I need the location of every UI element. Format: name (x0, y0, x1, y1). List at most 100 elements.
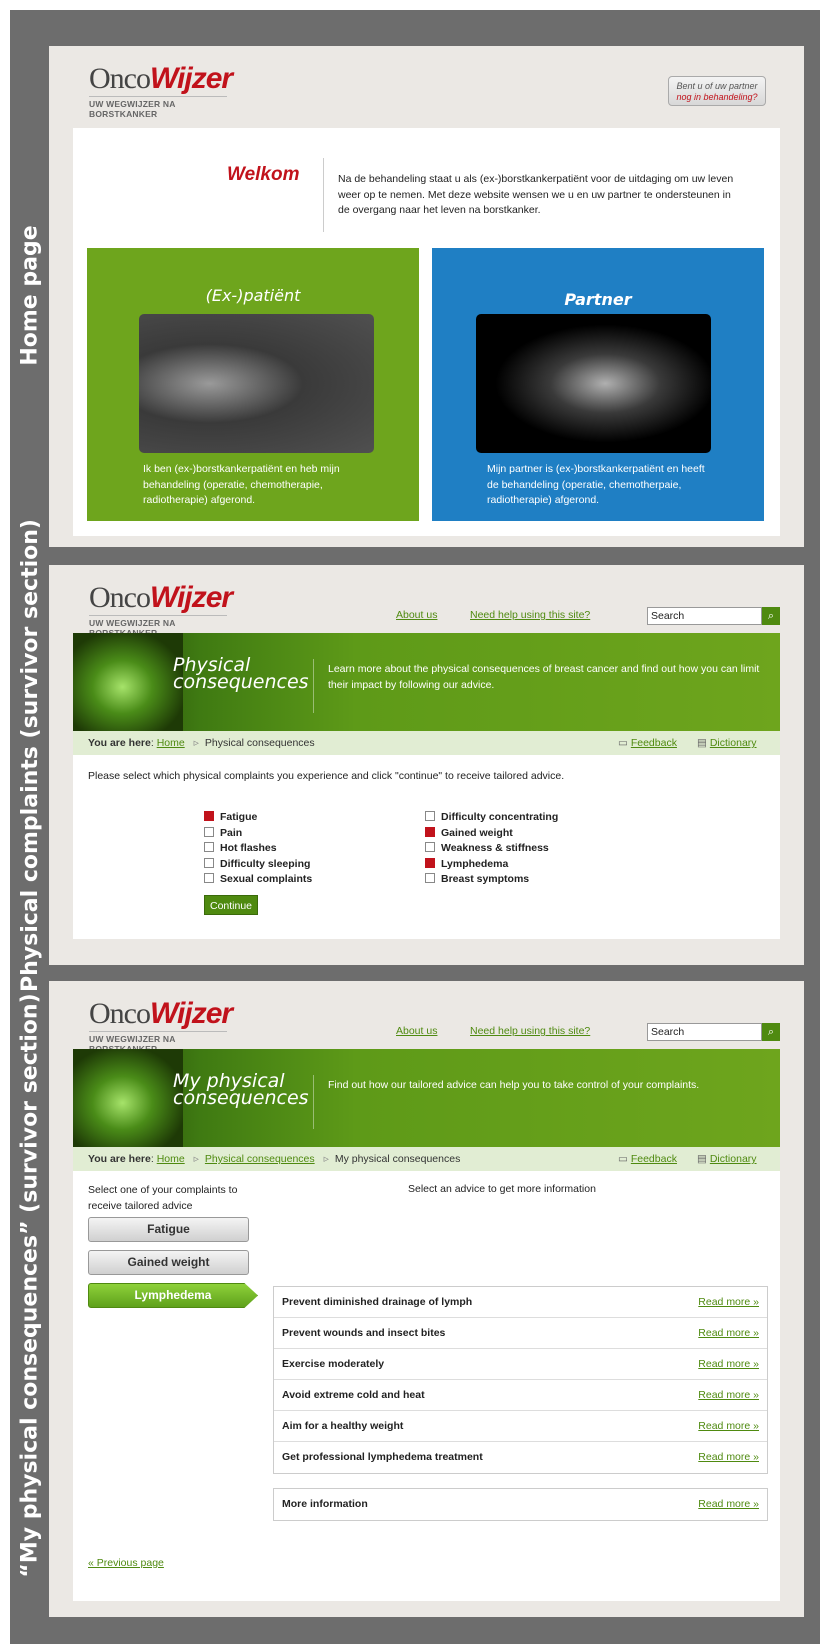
crumb-home[interactable]: Home (157, 737, 185, 749)
read-more-link[interactable]: Read more » (698, 1411, 759, 1441)
feedback-link[interactable]: ▭ Feedback (618, 1147, 677, 1171)
checkbox[interactable] (425, 811, 435, 821)
partner-text: Mijn partner is (ex-)borstkankerpatiënt … (487, 463, 705, 506)
advice-title: Avoid extreme cold and heat (282, 1389, 425, 1401)
read-more-link[interactable]: Read more » (698, 1442, 759, 1472)
crumb-home[interactable]: Home (157, 1153, 185, 1165)
read-more-link[interactable]: Read more » (698, 1349, 759, 1379)
crumb-arrow-icon: ▹ (193, 1153, 199, 1165)
complaint-label: Weakness & stiffness (441, 842, 549, 854)
divider (313, 659, 314, 713)
home-page-panel: OncoWijzer UW WEGWIJZER NA BORSTKANKER B… (49, 46, 804, 547)
checkbox[interactable] (204, 842, 214, 852)
read-more-link[interactable]: Read more » (698, 1287, 759, 1317)
about-us-link[interactable]: About us (396, 609, 437, 621)
complaint-option[interactable]: Difficulty concentrating (425, 810, 558, 826)
divider (313, 1075, 314, 1129)
checkbox[interactable] (204, 811, 214, 821)
complaint-label: Sexual complaints (220, 873, 313, 885)
banner-text: Learn more about the physical consequenc… (328, 663, 760, 691)
complaint-label: Fatigue (220, 811, 258, 823)
select-complaint-text: Select one of your complaints to receive… (88, 1184, 238, 1212)
checkbox[interactable] (425, 857, 435, 868)
presentation-frame: Home page Physical complaints (survivor … (10, 10, 820, 1644)
complaint-label: Breast symptoms (441, 873, 530, 885)
help-link[interactable]: Need help using this site? (470, 609, 590, 621)
crumb-arrow-icon: ▹ (193, 737, 199, 749)
advice-row[interactable]: Exercise moderately Read more » (274, 1349, 767, 1380)
help-link[interactable]: Need help using this site? (470, 1025, 590, 1037)
advice-list: Prevent diminished drainage of lymph Read… (273, 1286, 768, 1474)
dictionary-link[interactable]: ▤ Dictionary (697, 1147, 757, 1171)
partner-card[interactable]: Partner Mijn partner is (ex-)borstkanker… (432, 248, 764, 521)
checkbox[interactable] (425, 842, 435, 852)
patient-photo (139, 314, 374, 453)
logo[interactable]: OncoWijzer UW WEGWIJZER NA BORSTKANKER (89, 583, 233, 638)
banner-text: Find out how our tailored advice can hel… (328, 1079, 700, 1091)
checkbox[interactable] (204, 873, 214, 883)
breadcrumb: You are here: Home ▹ Physical consequence… (73, 1147, 780, 1171)
complaint-option[interactable]: Weakness & stiffness (425, 841, 558, 857)
advice-title: Aim for a healthy weight (282, 1420, 404, 1432)
feedback-link[interactable]: ▭ Feedback (618, 731, 677, 755)
banner-title: Physical consequences (173, 654, 309, 693)
logo[interactable]: OncoWijzer UW WEGWIJZER NA BORSTKANKER (89, 64, 233, 119)
complaint-option[interactable]: Breast symptoms (425, 872, 558, 888)
crumb-arrow-icon: ▹ (323, 1153, 329, 1165)
complaint-option[interactable]: Pain (204, 826, 312, 842)
crumb-label: You are here (88, 737, 151, 749)
feedback-icon: ▭ (618, 1153, 628, 1165)
complaint-option[interactable]: Lymphedema (425, 857, 558, 873)
advice-row[interactable]: Prevent diminished drainage of lymph Read… (274, 1287, 767, 1318)
checkbox[interactable] (425, 873, 435, 883)
checkbox[interactable] (425, 826, 435, 837)
read-more-link[interactable]: Read more » (698, 1380, 759, 1410)
complaint-label: Lymphedema (441, 857, 509, 870)
complaint-button-fatigue[interactable]: Fatigue (88, 1217, 249, 1242)
complaint-button-gained-weight[interactable]: Gained weight (88, 1250, 249, 1275)
crumb-label: You are here (88, 1153, 151, 1165)
continue-button[interactable]: Continue (204, 895, 258, 915)
patient-card[interactable]: (Ex-)patiënt Ik ben (ex-)borstkankerpati… (87, 248, 419, 521)
complaint-option[interactable]: Fatigue (204, 810, 312, 826)
previous-page-link[interactable]: « Previous page (88, 1557, 164, 1569)
home-content: Welkom Na de behandeling staat u als (ex… (73, 128, 780, 536)
welcome-title: Welkom (227, 164, 300, 185)
search-icon[interactable]: ⌕ (762, 1023, 780, 1041)
patient-text: Ik ben (ex-)borstkankerpatiënt en heb mi… (143, 463, 340, 506)
checkbox[interactable] (204, 826, 214, 837)
my-content: Select one of your complaints to receive… (73, 1171, 780, 1601)
breadcrumb: You are here: Home ▹ Physical consequence… (73, 731, 780, 755)
read-more-link[interactable]: Read more » (698, 1318, 759, 1348)
more-info-row[interactable]: More information Read more » (274, 1489, 767, 1520)
complaint-option[interactable]: Sexual complaints (204, 872, 312, 888)
in-treatment-button[interactable]: Bent u of uw partner nog in behandeling? (668, 76, 766, 106)
banner-figure (73, 1049, 183, 1147)
crumb-physical[interactable]: Physical consequences (205, 1153, 315, 1165)
book-icon: ▤ (697, 737, 707, 749)
logo[interactable]: OncoWijzer UW WEGWIJZER NA BORSTKANKER (89, 999, 233, 1054)
advice-title: Exercise moderately (282, 1358, 385, 1370)
partner-photo (476, 314, 711, 453)
partner-title: Partner (564, 290, 632, 309)
advice-row[interactable]: Get professional lymphedema treatment Rea… (274, 1442, 767, 1473)
search-input[interactable]: Search (647, 1023, 762, 1041)
banner-title: My physical consequences (173, 1070, 309, 1109)
search-box: Search ⌕ (647, 1023, 780, 1041)
complaint-option[interactable]: Gained weight (425, 826, 558, 842)
complaint-option[interactable]: Difficulty sleeping (204, 857, 312, 873)
checkbox[interactable] (204, 857, 214, 868)
complaint-option[interactable]: Hot flashes (204, 841, 312, 857)
side-label-my: “My physical consequences” (survivor sec… (17, 992, 43, 1578)
search-input[interactable]: Search (647, 607, 762, 625)
advice-row[interactable]: Aim for a healthy weight Read more » (274, 1411, 767, 1442)
advice-row[interactable]: Avoid extreme cold and heat Read more » (274, 1380, 767, 1411)
read-more-link[interactable]: Read more » (698, 1489, 759, 1519)
about-us-link[interactable]: About us (396, 1025, 437, 1037)
complaint-button-lymphedema[interactable]: Lymphedema (88, 1283, 258, 1308)
instruction: Please select which physical complaints … (88, 770, 565, 782)
dictionary-link[interactable]: ▤ Dictionary (697, 731, 757, 755)
complaint-label: Hot flashes (220, 842, 277, 854)
advice-row[interactable]: Prevent wounds and insect bites Read more… (274, 1318, 767, 1349)
search-icon[interactable]: ⌕ (762, 607, 780, 625)
